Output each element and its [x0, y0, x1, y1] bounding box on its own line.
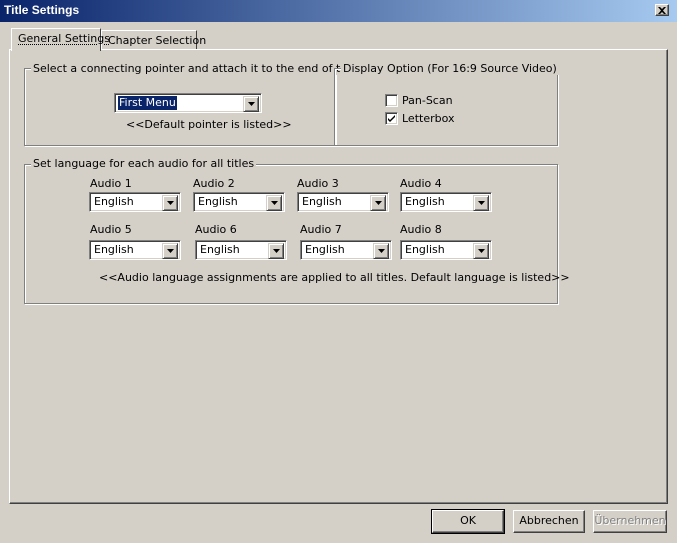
close-icon [658, 6, 666, 14]
chevron-down-icon [166, 201, 174, 205]
audio-4-dropdown-button[interactable] [473, 195, 489, 211]
ok-button[interactable]: OK [431, 509, 505, 534]
close-button[interactable] [655, 4, 669, 16]
chevron-down-icon [477, 201, 485, 205]
audio-3-label: Audio 3 [297, 177, 339, 190]
cancel-button[interactable]: Abbrechen [513, 510, 585, 533]
chevron-down-icon [270, 201, 278, 205]
audio-3-value: English [302, 195, 342, 208]
audio-6-label: Audio 6 [195, 223, 237, 236]
audio-8-label: Audio 8 [400, 223, 442, 236]
audio-2-dropdown-button[interactable] [266, 195, 282, 211]
apply-button[interactable]: Übernehmen [593, 510, 667, 533]
pointer-select-value: First Menu [118, 96, 177, 110]
audio-5-select[interactable]: English [89, 240, 181, 260]
audio-5-value: English [94, 243, 134, 256]
pointer-note: <<Default pointer is listed>> [126, 118, 292, 131]
audio-note: <<Audio language assignments are applied… [99, 271, 570, 284]
chevron-down-icon [477, 249, 485, 253]
title-bar: Title Settings [0, 0, 677, 22]
audio-6-select[interactable]: English [195, 240, 287, 260]
audio-7-select[interactable]: English [300, 240, 392, 260]
display-group-label: Display Option (For 16:9 Source Video) [341, 62, 559, 75]
chevron-down-icon [272, 249, 280, 253]
audio-1-label: Audio 1 [90, 177, 132, 190]
audio-2-value: English [198, 195, 238, 208]
chevron-down-icon [374, 201, 382, 205]
display-groupbox [334, 68, 558, 146]
audio-8-value: English [405, 243, 445, 256]
audio-4-value: English [405, 195, 445, 208]
audio-2-select[interactable]: English [193, 192, 285, 212]
audio-1-dropdown-button[interactable] [162, 195, 178, 211]
letterbox-label: Letterbox [402, 112, 455, 125]
tab-general-settings[interactable]: General Settings [11, 28, 110, 51]
pointer-group-label: Select a connecting pointer and attach i… [31, 62, 384, 75]
audio-8-select[interactable]: English [400, 240, 492, 260]
letterbox-checkbox[interactable] [385, 112, 398, 125]
audio-group-label: Set language for each audio for all titl… [31, 157, 257, 170]
tab-label: General Settings [18, 32, 110, 45]
tab-chapter-selection[interactable]: Chapter Selection [101, 30, 206, 49]
audio-2-label: Audio 2 [193, 177, 235, 190]
chevron-down-icon [377, 249, 385, 253]
audio-3-select[interactable]: English [297, 192, 389, 212]
tab-label: Chapter Selection [108, 34, 207, 47]
pointer-dropdown-button[interactable] [243, 96, 259, 112]
pan-scan-label: Pan-Scan [402, 94, 453, 107]
audio-8-dropdown-button[interactable] [473, 243, 489, 259]
checkmark-icon [388, 115, 395, 122]
audio-7-dropdown-button[interactable] [373, 243, 389, 259]
audio-7-value: English [305, 243, 345, 256]
pan-scan-checkbox[interactable] [385, 94, 398, 107]
audio-1-value: English [94, 195, 134, 208]
chevron-down-icon [247, 102, 255, 106]
audio-6-value: English [200, 243, 240, 256]
audio-5-dropdown-button[interactable] [162, 243, 178, 259]
audio-1-select[interactable]: English [89, 192, 181, 212]
audio-7-label: Audio 7 [300, 223, 342, 236]
pointer-select[interactable]: First Menu [114, 93, 262, 113]
audio-6-dropdown-button[interactable] [268, 243, 284, 259]
audio-5-label: Audio 5 [90, 223, 132, 236]
audio-4-select[interactable]: English [400, 192, 492, 212]
audio-3-dropdown-button[interactable] [370, 195, 386, 211]
audio-4-label: Audio 4 [400, 177, 442, 190]
window-title: Title Settings [4, 3, 80, 17]
chevron-down-icon [166, 249, 174, 253]
